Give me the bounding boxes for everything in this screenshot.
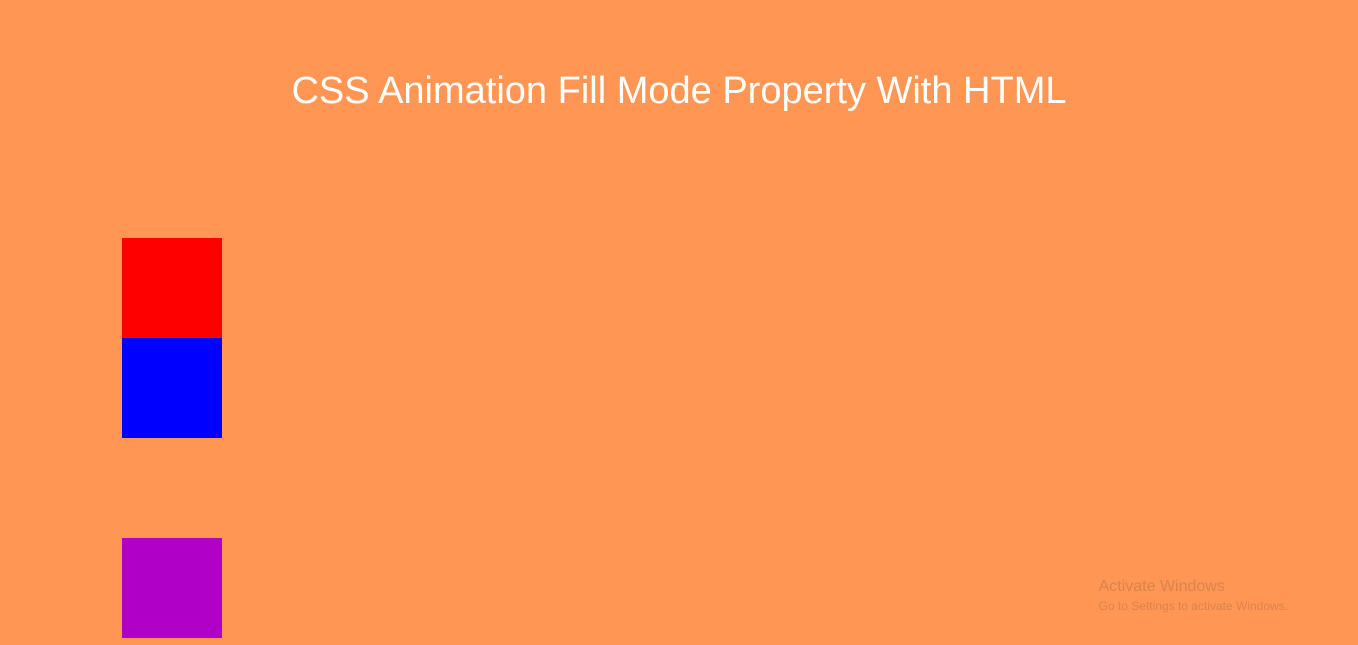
demo-box-blue <box>122 338 222 438</box>
watermark-subtitle: Go to Settings to activate Windows. <box>1099 598 1288 615</box>
demo-box-red <box>122 238 222 338</box>
watermark-title: Activate Windows <box>1099 576 1288 598</box>
page-title: CSS Animation Fill Mode Property With HT… <box>0 0 1358 113</box>
demo-box-purple <box>122 538 222 638</box>
windows-activation-watermark: Activate Windows Go to Settings to activ… <box>1099 576 1288 615</box>
